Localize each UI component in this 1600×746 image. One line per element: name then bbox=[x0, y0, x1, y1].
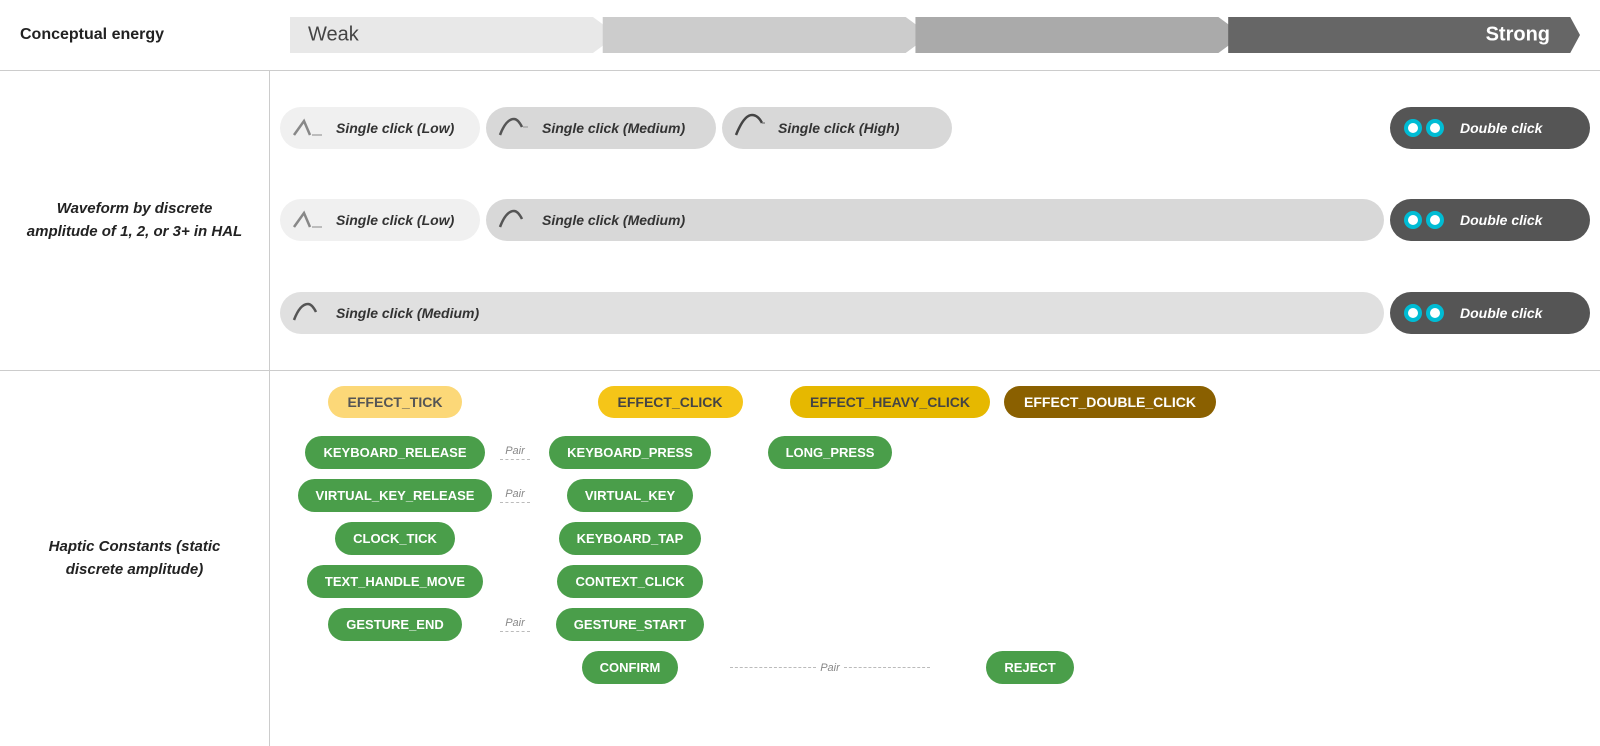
effect-click-pill[interactable]: EFFECT_CLICK bbox=[598, 386, 743, 418]
wave-medium-icon-3 bbox=[290, 298, 326, 328]
waveform-label-low-1: Single click (Low) bbox=[336, 120, 454, 136]
waveform-pill-low-1: Single click (Low) bbox=[280, 107, 480, 149]
effect-heavy-click-pill[interactable]: EFFECT_HEAVY_CLICK bbox=[790, 386, 990, 418]
pair-label-keyboard: Pair bbox=[505, 445, 525, 457]
waveform-label-medium-1: Single click (Medium) bbox=[542, 120, 685, 136]
haptic-row-gesture: GESTURE_END Pair GESTURE_START bbox=[290, 608, 1590, 641]
strong-label: Strong bbox=[1486, 24, 1550, 47]
double-icon-2 bbox=[1400, 205, 1450, 235]
double-icon-3 bbox=[1400, 298, 1450, 328]
waveform-pill-high-1: Single click (High) bbox=[722, 107, 952, 149]
pair-label-gesture: Pair bbox=[505, 617, 525, 629]
gesture-end-btn[interactable]: GESTURE_END bbox=[328, 608, 462, 641]
waveform-pill-double-3: Double click bbox=[1390, 292, 1590, 334]
conceptual-energy-label: Conceptual energy bbox=[20, 23, 164, 47]
waveform-pill-low-2: Single click (Low) bbox=[280, 199, 480, 241]
haptic-row-virtual: VIRTUAL_KEY_RELEASE Pair VIRTUAL_KEY bbox=[290, 479, 1590, 512]
waveform-pill-medium-2: Single click (Medium) bbox=[486, 199, 1384, 241]
arrow-bar-container: Weak Strong bbox=[270, 0, 1600, 70]
keyboard-release-btn[interactable]: KEYBOARD_RELEASE bbox=[305, 436, 484, 469]
haptic-label-cell: Haptic Constants (static discrete amplit… bbox=[0, 370, 270, 746]
waveform-pill-double-1: Double click bbox=[1390, 107, 1590, 149]
effect-tick-pill[interactable]: EFFECT_TICK bbox=[328, 386, 463, 418]
haptic-label: Haptic Constants (static discrete amplit… bbox=[20, 536, 249, 581]
confirm-btn[interactable]: CONFIRM bbox=[582, 651, 679, 684]
haptic-section: EFFECT_TICK EFFECT_CLICK EFFECT_HEAVY_CL… bbox=[270, 370, 1600, 746]
reject-btn[interactable]: REJECT bbox=[986, 651, 1073, 684]
waveform-pill-medium-1: Single click (Medium) bbox=[486, 107, 716, 149]
arrow-bar-svg bbox=[290, 13, 1580, 57]
waveform-row-3: Single click (Medium) Double click bbox=[280, 271, 1590, 355]
effect-double-click-pill[interactable]: EFFECT_DOUBLE_CLICK bbox=[1004, 386, 1216, 418]
main-container: Conceptual energy Waveform by discrete a… bbox=[0, 0, 1600, 746]
waveform-label-double-2: Double click bbox=[1460, 212, 1542, 228]
waveform-label-high-1: Single click (High) bbox=[778, 120, 899, 136]
waveform-pill-medium-3: Single click (Medium) bbox=[280, 292, 1384, 334]
virtual-key-btn[interactable]: VIRTUAL_KEY bbox=[567, 479, 693, 512]
waveform-label-cell: Waveform by discrete amplitude of 1, 2, … bbox=[0, 70, 270, 370]
gesture-start-btn[interactable]: GESTURE_START bbox=[556, 608, 704, 641]
waveform-label-low-2: Single click (Low) bbox=[336, 212, 454, 228]
text-handle-move-btn[interactable]: TEXT_HANDLE_MOVE bbox=[307, 565, 483, 598]
haptic-row-keyboard: KEYBOARD_RELEASE Pair KEYBOARD_PRESS LON… bbox=[290, 436, 1590, 469]
waveform-label: Waveform by discrete amplitude of 1, 2, … bbox=[20, 198, 249, 243]
waveform-label-medium-2: Single click (Medium) bbox=[542, 212, 685, 228]
haptic-row-confirm: CONFIRM Pair REJECT bbox=[290, 651, 1590, 684]
wave-medium-icon-2 bbox=[496, 205, 532, 235]
wave-high-icon-1 bbox=[732, 113, 768, 143]
wave-medium-icon-1 bbox=[496, 113, 532, 143]
context-click-btn[interactable]: CONTEXT_CLICK bbox=[557, 565, 702, 598]
haptic-row-clock: CLOCK_TICK KEYBOARD_TAP bbox=[290, 522, 1590, 555]
wave-low-icon-2 bbox=[290, 205, 326, 235]
conceptual-energy-label-cell: Conceptual energy bbox=[0, 0, 270, 70]
waveform-row-1: Single click (Low) Single click (Medium) bbox=[280, 86, 1590, 170]
virtual-key-release-btn[interactable]: VIRTUAL_KEY_RELEASE bbox=[298, 479, 493, 512]
waveform-label-medium-3: Single click (Medium) bbox=[336, 305, 479, 321]
right-content: Weak Strong Single click (Low) bbox=[270, 0, 1600, 746]
double-icon-1 bbox=[1400, 113, 1450, 143]
wave-low-icon-1 bbox=[290, 113, 326, 143]
pair-label-virtual: Pair bbox=[505, 488, 525, 500]
keyboard-tap-btn[interactable]: KEYBOARD_TAP bbox=[559, 522, 702, 555]
keyboard-press-btn[interactable]: KEYBOARD_PRESS bbox=[549, 436, 711, 469]
waveform-label-double-1: Double click bbox=[1460, 120, 1542, 136]
waveform-label-double-3: Double click bbox=[1460, 305, 1542, 321]
waveform-section: Single click (Low) Single click (Medium) bbox=[270, 70, 1600, 370]
long-press-btn[interactable]: LONG_PRESS bbox=[768, 436, 893, 469]
waveform-pill-double-2: Double click bbox=[1390, 199, 1590, 241]
haptic-row-text-handle: TEXT_HANDLE_MOVE CONTEXT_CLICK bbox=[290, 565, 1590, 598]
waveform-row-2: Single click (Low) Single click (Medium) bbox=[280, 178, 1590, 262]
weak-label: Weak bbox=[308, 24, 359, 47]
haptic-constants-list: KEYBOARD_RELEASE Pair KEYBOARD_PRESS LON… bbox=[280, 436, 1590, 684]
pair-label-confirm: Pair bbox=[816, 662, 844, 674]
effects-row: EFFECT_TICK EFFECT_CLICK EFFECT_HEAVY_CL… bbox=[280, 386, 1590, 418]
arrow-bar: Weak Strong bbox=[290, 13, 1580, 57]
left-labels: Conceptual energy Waveform by discrete a… bbox=[0, 0, 270, 746]
clock-tick-btn[interactable]: CLOCK_TICK bbox=[335, 522, 455, 555]
